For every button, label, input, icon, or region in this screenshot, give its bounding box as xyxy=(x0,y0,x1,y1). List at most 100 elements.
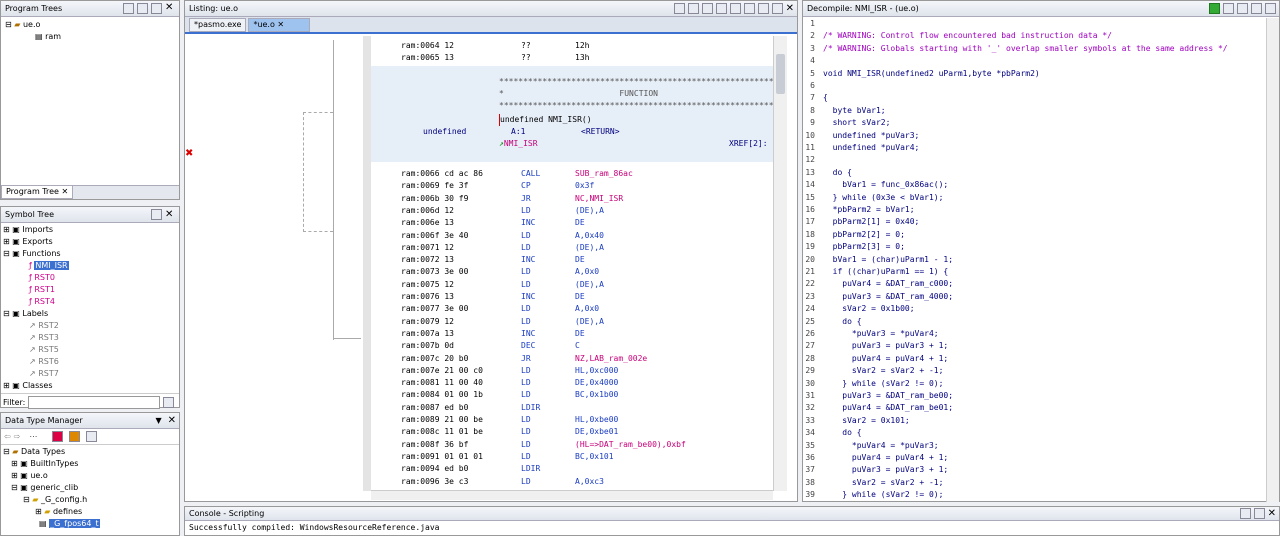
decompile-line[interactable]: 3 /* WARNING: Globals starting with '_' o… xyxy=(803,43,1267,55)
bookmark-error-icon[interactable]: ✖ xyxy=(185,148,193,159)
sym-label-rst5[interactable]: ↗ RST5 xyxy=(3,344,177,356)
code-row[interactable]: ram:007b 0d DEC C xyxy=(371,340,773,352)
decompile-line[interactable]: 16 *pbParm2 = bVar1; xyxy=(803,204,1267,216)
decompile-line[interactable]: 21 if ((char)uParm1 == 1) { xyxy=(803,266,1267,278)
xref-label[interactable]: XREF[2]: xyxy=(729,138,773,150)
dt-root[interactable]: ⊟ ▰ Data Types xyxy=(3,446,177,458)
decompile-line[interactable]: 31 puVar3 = &DAT_ram_be00; xyxy=(803,390,1267,402)
tab-program-tree[interactable]: Program Tree ✕ xyxy=(1,186,74,199)
decompile-line[interactable]: 12 xyxy=(803,154,1267,166)
tab-ueo[interactable]: *ue.o ✕ xyxy=(248,18,311,32)
close-icon[interactable]: ✕ xyxy=(786,3,794,14)
close-icon[interactable]: ✕ xyxy=(165,3,176,14)
snapshot-icon[interactable] xyxy=(743,3,755,14)
sym-label-rst6[interactable]: ↗ RST6 xyxy=(3,356,177,368)
close-icon[interactable]: ✕ xyxy=(168,415,176,426)
decompile-line[interactable]: 9 short sVar2; xyxy=(803,117,1267,129)
snapshot-icon[interactable] xyxy=(151,3,162,14)
code-row[interactable]: ram:006e 13 INC DE xyxy=(371,217,773,229)
decompile-line[interactable]: 35 *puVar4 = *puVar3; xyxy=(803,440,1267,452)
sym-classes[interactable]: ⊞ ▣ Classes xyxy=(3,380,177,392)
listing-code[interactable]: ram:0064 12?? 12h ram:0065 13?? 13h ******… xyxy=(371,36,773,491)
sym-func-nmi[interactable]: ƒ NMI_ISR xyxy=(3,260,177,272)
decompile-line[interactable]: 11 undefined *puVar4; xyxy=(803,142,1267,154)
sym-imports[interactable]: ⊞ ▣ Imports xyxy=(3,224,177,236)
code-row[interactable]: ram:0081 11 00 40 LD DE,0x4000 xyxy=(371,377,773,389)
maximize-icon[interactable] xyxy=(771,3,783,14)
decompile-line[interactable]: 23 puVar3 = &DAT_ram_4000; xyxy=(803,291,1267,303)
close-icon[interactable]: ✕ xyxy=(165,209,176,220)
decompile-line[interactable]: 2 /* WARNING: Control flow encountered ba… xyxy=(803,30,1267,42)
snapshot-icon[interactable] xyxy=(1251,3,1262,14)
code-row[interactable]: ram:0076 13 INC DE xyxy=(371,291,773,303)
code-row[interactable]: ram:007c 20 b0 JR NZ,LAB_ram_002e xyxy=(371,353,773,365)
field-edit-icon[interactable] xyxy=(715,3,727,14)
collapse-icon[interactable] xyxy=(86,431,98,442)
code-row[interactable]: ram:006f 3e 40 LD A,0x40 xyxy=(371,230,773,242)
sym-func-rst0[interactable]: ƒ RST0 xyxy=(3,272,177,284)
decompile-line[interactable]: 37 puVar3 = puVar3 + 1; xyxy=(803,464,1267,476)
code-row[interactable]: ram:007e 21 00 c0 LD HL,0xc000 xyxy=(371,365,773,377)
sym-label-rst2[interactable]: ↗ RST2 xyxy=(3,320,177,332)
code-row[interactable]: ram:0094 ed b0 LDIR xyxy=(371,463,773,475)
code-row[interactable]: ram:006d 12 LD (DE),A xyxy=(371,205,773,217)
decompile-line[interactable]: 28 puVar4 = puVar4 + 1; xyxy=(803,353,1267,365)
code-row[interactable]: ram:006b 30 f9 JR NC,NMI_ISR xyxy=(371,193,773,205)
paste-icon[interactable] xyxy=(687,3,699,14)
code-row[interactable]: ram:007a 13 INC DE xyxy=(371,328,773,340)
code-row[interactable]: ram:0089 21 00 be LD HL,0xbe00 xyxy=(371,414,773,426)
sym-label-rst3[interactable]: ↗ RST3 xyxy=(3,332,177,344)
sym-exports[interactable]: ⊞ ▣ Exports xyxy=(3,236,177,248)
decompile-line[interactable]: 15 } while (0x3e < bVar1); xyxy=(803,192,1267,204)
decompile-line[interactable]: 38 sVar2 = sVar2 + -1; xyxy=(803,477,1267,489)
decompile-line[interactable]: 4 xyxy=(803,55,1267,67)
view-icon[interactable] xyxy=(137,3,148,14)
tab-pasmo[interactable]: *pasmo.exe xyxy=(189,18,247,32)
dt-fpos[interactable]: ▤ _G_fpos64_t xyxy=(3,518,177,530)
code-row[interactable]: ram:0065 13?? 13h xyxy=(371,52,773,64)
decompile-line[interactable]: 30 } while (sVar2 != 0); xyxy=(803,378,1267,390)
menu-icon[interactable]: ▼ xyxy=(155,416,161,425)
decompile-line[interactable]: 22 puVar4 = &DAT_ram_c000; xyxy=(803,278,1267,290)
scroll-lock-icon[interactable] xyxy=(1253,508,1265,519)
clear-icon[interactable] xyxy=(1239,508,1251,519)
decompile-line[interactable]: 34 do { xyxy=(803,427,1267,439)
menu-icon[interactable] xyxy=(1265,3,1276,14)
decompile-line[interactable]: 32 puVar4 = &DAT_ram_be01; xyxy=(803,402,1267,414)
decompile-line[interactable]: 6 xyxy=(803,80,1267,92)
diff-icon[interactable] xyxy=(729,3,741,14)
close-archive-icon[interactable] xyxy=(69,431,81,442)
copy-icon[interactable] xyxy=(673,3,685,14)
decompile-line[interactable]: 39 } while (sVar2 != 0); xyxy=(803,489,1267,501)
menu-icon[interactable] xyxy=(757,3,769,14)
decompile-line[interactable]: 17 pbParm2[1] = 0x40; xyxy=(803,216,1267,228)
decompile-line[interactable]: 19 pbParm2[3] = 0; xyxy=(803,241,1267,253)
filter-input[interactable] xyxy=(28,396,160,409)
decompile-line[interactable]: 36 puVar4 = puVar4 + 1; xyxy=(803,452,1267,464)
open-tree-icon[interactable] xyxy=(123,3,134,14)
cursor-icon[interactable] xyxy=(701,3,713,14)
code-row[interactable]: ram:0073 3e 00 LD A,0x0 xyxy=(371,266,773,278)
dt-ueo[interactable]: ⊞ ▣ ue.o xyxy=(3,470,177,482)
decompile-line[interactable]: 27 puVar3 = puVar3 + 1; xyxy=(803,340,1267,352)
code-row[interactable]: ram:0071 12 LD (DE),A xyxy=(371,242,773,254)
archive-icon[interactable] xyxy=(52,431,64,442)
copy-icon[interactable] xyxy=(1223,3,1234,14)
refresh-icon[interactable] xyxy=(1209,3,1220,14)
code-row[interactable]: ram:0075 12 LD (DE),A xyxy=(371,279,773,291)
scroll-thumb[interactable] xyxy=(776,54,785,94)
export-icon[interactable] xyxy=(1237,3,1248,14)
snapshot-icon[interactable] xyxy=(151,209,162,220)
sym-labels[interactable]: ⊟ ▣ Labels xyxy=(3,308,177,320)
decompile-line[interactable]: 24 sVar2 = 0x1b00; xyxy=(803,303,1267,315)
decompile-line[interactable]: 13 do { xyxy=(803,167,1267,179)
code-row[interactable]: ram:0079 12 LD (DE),A xyxy=(371,316,773,328)
listing-vscroll[interactable] xyxy=(773,36,787,491)
code-row[interactable]: ram:0077 3e 00 LD A,0x0 xyxy=(371,303,773,315)
clear-filter-icon[interactable] xyxy=(163,397,174,408)
decompile-line[interactable]: 8 byte bVar1; xyxy=(803,105,1267,117)
dt-gconfig[interactable]: ⊟ ▰ _G_config.h xyxy=(3,494,177,506)
sym-func-rst4[interactable]: ƒ RST4 xyxy=(3,296,177,308)
decompile-line[interactable]: 33 sVar2 = 0x101; xyxy=(803,415,1267,427)
decompile-line[interactable]: 7{ xyxy=(803,92,1267,104)
